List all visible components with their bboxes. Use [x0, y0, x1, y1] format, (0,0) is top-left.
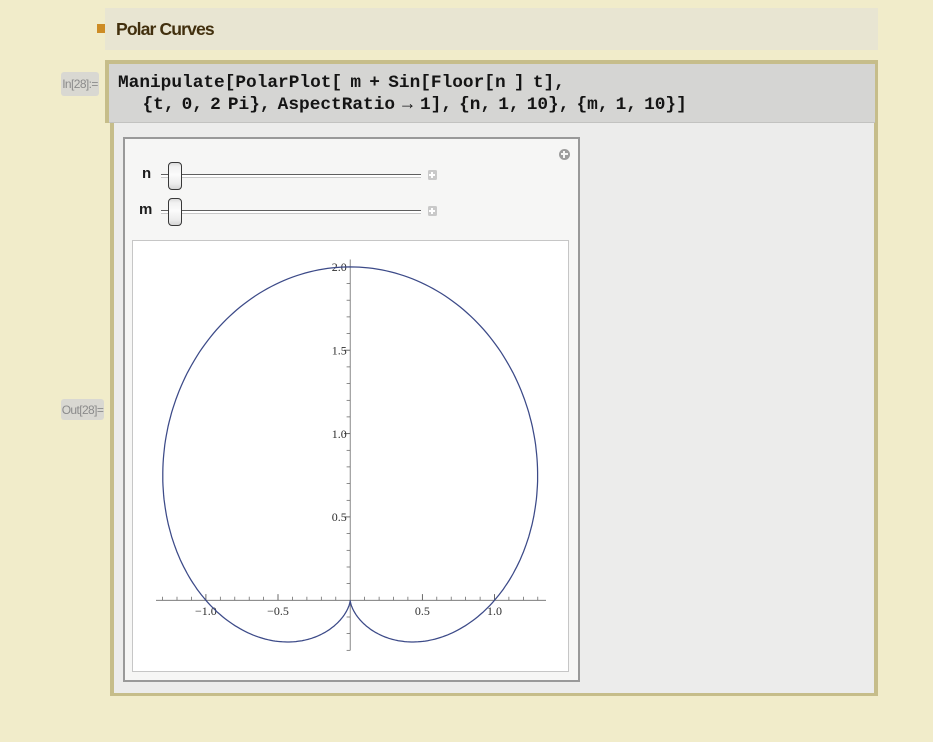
svg-text:1.5: 1.5: [332, 343, 347, 357]
svg-text:−0.5: −0.5: [267, 604, 289, 618]
svg-text:0.5: 0.5: [415, 604, 430, 618]
svg-text:1.0: 1.0: [332, 427, 347, 441]
svg-text:−1.0: −1.0: [195, 604, 217, 618]
svg-text:0.5: 0.5: [332, 510, 347, 524]
